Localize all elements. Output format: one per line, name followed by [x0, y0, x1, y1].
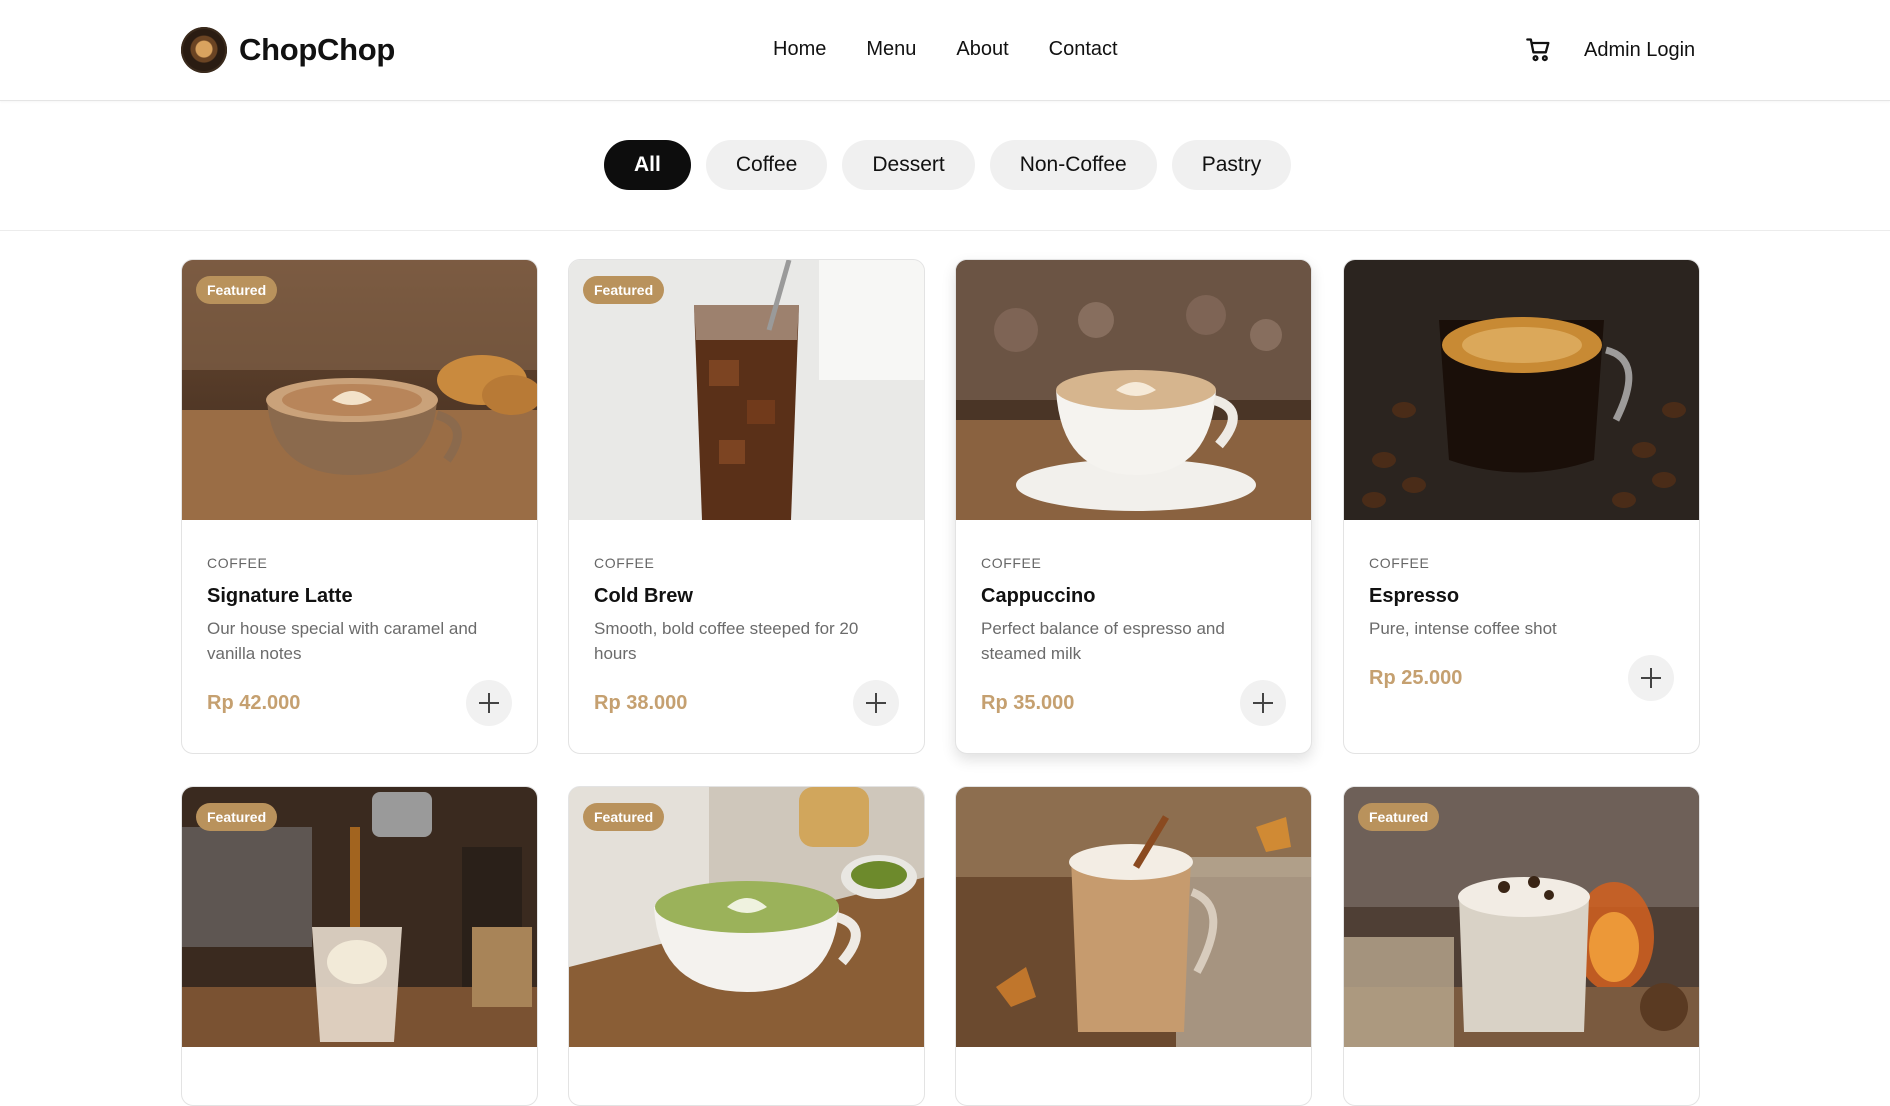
- featured-badge: Featured: [196, 803, 278, 831]
- nav-about[interactable]: About: [956, 38, 1008, 61]
- add-to-cart-button[interactable]: [1240, 680, 1286, 726]
- product-card[interactable]: Featured: [1343, 786, 1700, 1106]
- filter-all[interactable]: All: [604, 140, 691, 190]
- product-image: Featured: [1344, 787, 1699, 1047]
- nav-contact[interactable]: Contact: [1049, 38, 1118, 61]
- product-description: Perfect balance of espresso and steamed …: [981, 619, 1225, 663]
- brand-logo: [181, 27, 227, 73]
- product-description: Pure, intense coffee shot: [1369, 619, 1557, 638]
- product-card[interactable]: [955, 786, 1312, 1106]
- main-nav: Home Menu About Contact: [773, 38, 1118, 61]
- product-price: Rp 42.000: [207, 692, 301, 714]
- featured-badge: Featured: [583, 276, 665, 304]
- nav-menu[interactable]: Menu: [866, 38, 916, 61]
- product-name: Cappuccino: [981, 585, 1096, 607]
- featured-badge: Featured: [1358, 803, 1440, 831]
- brand-name: ChopChop: [239, 32, 395, 67]
- add-to-cart-button[interactable]: [466, 680, 512, 726]
- product-name: Espresso: [1369, 585, 1460, 607]
- product-image: [1344, 260, 1699, 520]
- product-image: [956, 787, 1311, 1047]
- product-price: Rp 38.000: [594, 692, 688, 714]
- filter-pastry[interactable]: Pastry: [1171, 140, 1292, 190]
- product-card[interactable]: COFFEE Cappuccino Perfect balance of esp…: [955, 259, 1312, 754]
- admin-login-link[interactable]: Admin Login: [1584, 39, 1695, 62]
- product-name: Signature Latte: [207, 585, 353, 607]
- product-category: COFFEE: [981, 555, 1042, 571]
- site-header: ChopChop Home Menu About Contact Admin L…: [0, 0, 1890, 101]
- brand[interactable]: ChopChop: [181, 27, 395, 73]
- product-category: COFFEE: [1369, 555, 1430, 571]
- product-category: COFFEE: [594, 555, 655, 571]
- section-divider: [0, 230, 1890, 231]
- add-to-cart-button[interactable]: [1628, 655, 1674, 701]
- filter-non-coffee[interactable]: Non-Coffee: [989, 140, 1157, 190]
- featured-badge: Featured: [583, 803, 665, 831]
- product-image: Featured: [569, 260, 924, 520]
- product-card[interactable]: COFFEE Espresso Pure, intense coffee sho…: [1343, 259, 1700, 754]
- filter-dessert[interactable]: Dessert: [842, 140, 975, 190]
- product-description: Our house special with caramel and vanil…: [207, 619, 478, 663]
- product-price: Rp 35.000: [981, 692, 1075, 714]
- add-to-cart-button[interactable]: [853, 680, 899, 726]
- product-description: Smooth, bold coffee steeped for 20 hours: [594, 619, 859, 663]
- product-category: COFFEE: [207, 555, 268, 571]
- product-image: Featured: [182, 260, 537, 520]
- product-card[interactable]: Featured: [568, 786, 925, 1106]
- product-image: [956, 260, 1311, 520]
- product-name: Cold Brew: [594, 585, 693, 607]
- nav-home[interactable]: Home: [773, 38, 826, 61]
- product-image: Featured: [182, 787, 537, 1047]
- product-card[interactable]: Featured: [181, 786, 538, 1106]
- category-filters: All Coffee Dessert Non-Coffee Pastry: [604, 140, 1292, 190]
- cart-icon[interactable]: [1525, 36, 1553, 64]
- product-image: Featured: [569, 787, 924, 1047]
- featured-badge: Featured: [196, 276, 278, 304]
- filter-coffee[interactable]: Coffee: [705, 140, 828, 190]
- product-card[interactable]: Featured COFFEE Cold Brew Smooth, bold c…: [568, 259, 925, 754]
- product-price: Rp 25.000: [1369, 667, 1463, 689]
- product-card[interactable]: Featured COFFEE Signature Latte Our hous…: [181, 259, 538, 754]
